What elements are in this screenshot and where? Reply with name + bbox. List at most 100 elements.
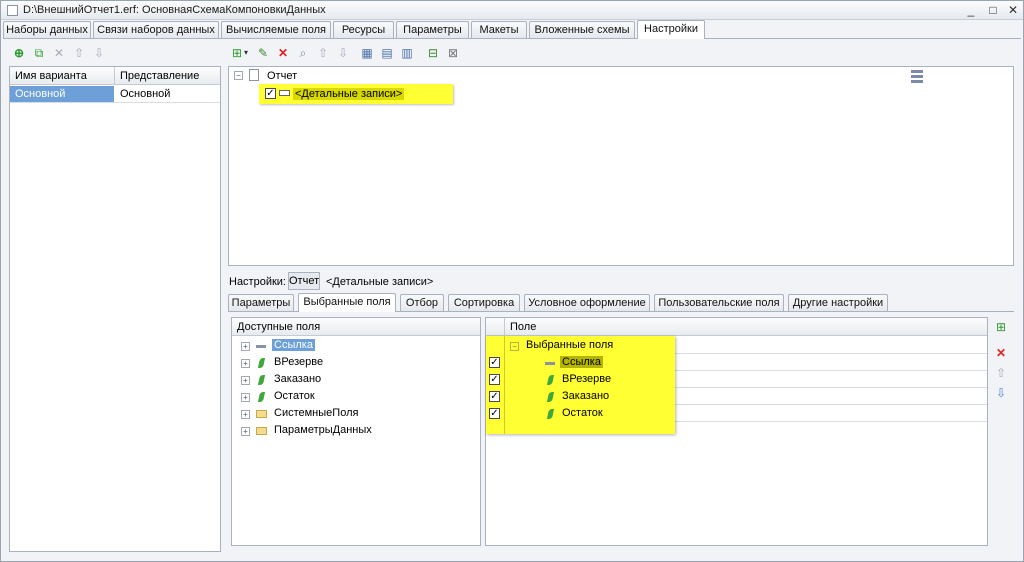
add-icon[interactable]: ⊕ [12,46,26,60]
collapse-icon[interactable]: − [234,71,243,80]
tab-other-settings[interactable]: Другие настройки [788,294,888,312]
tab-filter[interactable]: Отбор [400,294,444,312]
expand-icon[interactable]: + [241,393,250,402]
group-icon[interactable]: ⊟ [426,46,440,60]
selected-fields-group-label: Выбранные поля [526,339,614,351]
list-item[interactable]: + Остаток [232,389,480,405]
variants-toolbar: ⊕ ⧉ ✕ ⇧ ⇩ [12,46,112,62]
tab-selected-fields[interactable]: Выбранные поля [298,293,396,312]
expand-icon[interactable]: + [241,376,250,385]
field-checkbox[interactable]: ✓ [489,374,500,385]
structure-tree: − Отчет ✓ <Детальные записи> [228,66,1014,266]
folder-icon [256,427,267,435]
settings-report-button[interactable]: Отчет [288,272,320,290]
expand-icon[interactable]: + [241,427,250,436]
list-item[interactable]: + ПараметрыДанных [232,423,480,439]
expand-icon[interactable]: + [241,342,250,351]
ungroup-icon[interactable]: ⊠ [446,46,460,60]
copy-icon[interactable]: ⧉ [32,46,46,60]
variant-name-cell: Основной [15,88,66,100]
available-field-label: Остаток [274,390,315,402]
tab-parameters-settings[interactable]: Параметры [228,294,294,312]
leaf-icon [257,358,266,368]
move-down-icon[interactable]: ⇩ [92,46,106,60]
field-checkbox[interactable]: ✓ [489,391,500,402]
selected-fields-panel: Поле − Выбранные поля ✓ Ссылка ✓ ВРезерв… [485,317,988,546]
available-field-label: СистемныеПоля [274,407,359,419]
expand-icon[interactable]: + [241,410,250,419]
selected-fields-group-row[interactable]: − Выбранные поля [486,338,675,354]
detail-records-label[interactable]: <Детальные записи> [293,88,405,100]
edit-icon[interactable]: ✎ [256,46,270,60]
add-field-icon[interactable]: ⊞ [994,320,1008,334]
find-icon[interactable]: ⌕ [296,46,310,60]
table-row[interactable]: Основной Основной [10,86,220,102]
column-field[interactable]: Поле [510,321,536,333]
leaf-icon [546,392,555,402]
tab-data-sets[interactable]: Наборы данных [3,21,91,39]
table-icon[interactable]: ▦ [360,46,374,60]
dash-icon [256,345,266,348]
settings-tab-bar: Параметры Выбранные поля Отбор Сортировк… [228,293,1014,312]
top-tab-bar: Наборы данных Связи наборов данных Вычис… [3,20,1021,39]
tab-resources[interactable]: Ресурсы [333,21,394,39]
tab-nested-schemas[interactable]: Вложенные схемы [529,21,635,39]
move-up-icon[interactable]: ⇧ [994,366,1008,380]
column-variant-name[interactable]: Имя варианта [15,70,87,82]
detail-records-checkbox[interactable]: ✓ [265,88,276,99]
tab-conditional-formatting[interactable]: Условное оформление [524,294,650,312]
records-icon[interactable]: ▥ [400,46,414,60]
tab-settings[interactable]: Настройки [637,20,705,39]
tab-templates[interactable]: Макеты [471,21,527,39]
expand-icon[interactable]: + [241,359,250,368]
tab-user-fields[interactable]: Пользовательские поля [654,294,784,312]
delete-icon[interactable]: ✕ [52,46,66,60]
list-item[interactable]: + ВРезерве [232,355,480,371]
available-fields-panel: Доступные поля + Ссылка + ВРезерве + Зак… [231,317,481,546]
folder-icon [256,410,267,418]
tab-parameters[interactable]: Параметры [396,21,469,39]
move-up-icon[interactable]: ⇧ [316,46,330,60]
chart-icon[interactable]: ▤ [380,46,394,60]
move-up-icon[interactable]: ⇧ [72,46,86,60]
close-button[interactable]: ✕ [1005,3,1021,17]
table-row[interactable]: ✓ ВРезерве [486,372,675,388]
variants-table: Имя варианта Представление Основной Осно… [9,66,221,552]
move-down-icon[interactable]: ⇩ [994,386,1008,400]
settings-label: Настройки: [229,276,286,288]
structure-toolbar: ⊞ ▾ ✎ ✕ ⌕ ⇧ ⇩ ▦ ▤ ▥ ⊟ ⊠ [230,46,470,62]
collapse-icon[interactable]: − [510,342,519,351]
tab-data-set-links[interactable]: Связи наборов данных [93,21,219,39]
table-row[interactable]: ✓ Ссылка [486,355,675,371]
move-down-icon[interactable]: ⇩ [336,46,350,60]
available-field-label: ПараметрыДанных [274,424,372,436]
dropdown-arrow-icon[interactable]: ▾ [242,46,250,60]
field-checkbox[interactable]: ✓ [489,357,500,368]
selected-fields-toolbar: ⊞ ✕ ⇧ ⇩ [993,320,1009,410]
delete-icon[interactable]: ✕ [994,346,1008,360]
table-row[interactable]: ✓ Заказано [486,389,675,405]
available-fields-header: Доступные поля [232,318,480,336]
field-checkbox[interactable]: ✓ [489,408,500,419]
selected-field-label: Остаток [562,407,603,419]
selected-field-label: ВРезерве [562,373,612,385]
tab-calculated-fields[interactable]: Вычисляемые поля [221,21,331,39]
structure-view-icon[interactable] [911,70,923,84]
list-item[interactable]: + Ссылка [232,338,480,354]
available-field-label: ВРезерве [274,356,324,368]
variants-header: Имя варианта Представление [10,67,220,85]
tree-root-label[interactable]: Отчет [267,70,297,82]
document-icon [7,5,18,16]
delete-icon[interactable]: ✕ [276,46,290,60]
window-title: D:\ВнешнийОтчет1.erf: ОсновнаяСхемаКомпо… [23,4,326,16]
maximize-button[interactable]: □ [985,3,1001,17]
selected-fields-header: Поле [486,318,987,336]
selected-field-label: Заказано [562,390,610,402]
minimize-button[interactable]: _ [963,3,979,17]
column-presentation[interactable]: Представление [120,70,199,82]
list-item[interactable]: + СистемныеПоля [232,406,480,422]
table-row[interactable]: ✓ Остаток [486,406,675,422]
dash-icon [545,362,555,365]
tab-sort[interactable]: Сортировка [448,294,520,312]
list-item[interactable]: + Заказано [232,372,480,388]
